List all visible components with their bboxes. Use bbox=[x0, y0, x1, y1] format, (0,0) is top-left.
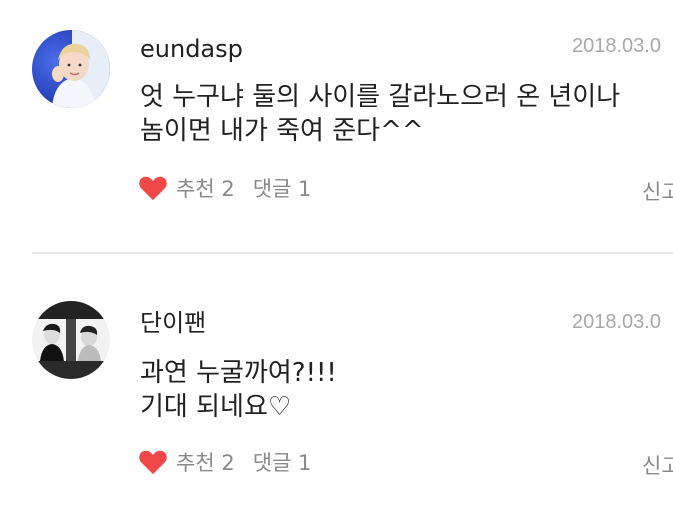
comment-username[interactable]: 단이팬 bbox=[140, 308, 206, 338]
comment-line: 놈이면 내가 죽여 준다^^ bbox=[140, 116, 424, 146]
like-count: 추천 2 bbox=[176, 177, 235, 201]
comment-item: eundasp 2018.03.0 엇 누구냐 둘의 사이를 갈라노으러 온 년… bbox=[0, 0, 673, 250]
heart-icon bbox=[139, 176, 167, 201]
comment-actions: 추천 2 댓글 1 bbox=[138, 445, 311, 479]
reply-button[interactable]: 댓글 1 bbox=[253, 447, 312, 477]
user-photo-bw-icon bbox=[32, 301, 110, 379]
report-button[interactable]: 신고 bbox=[642, 450, 673, 480]
comment-line: 과연 누굴까여?!!! bbox=[140, 358, 337, 388]
comment-line: 엇 누구냐 둘의 사이를 갈라노으러 온 년이나 bbox=[140, 82, 621, 112]
like-button[interactable]: 추천 2 bbox=[138, 173, 235, 203]
heart-icon bbox=[139, 450, 167, 475]
divider bbox=[32, 252, 673, 254]
comment-body: 과연 누굴까여?!!! 기대 되네요♡ bbox=[140, 356, 660, 424]
comment-body: 엇 누구냐 둘의 사이를 갈라노으러 온 년이나 놈이면 내가 죽여 준다^^ bbox=[140, 80, 660, 148]
avatar[interactable] bbox=[32, 301, 110, 379]
user-photo-blue-icon bbox=[32, 30, 110, 108]
avatar[interactable] bbox=[32, 30, 110, 108]
comment-item: 단이팬 2018.03.0 과연 누굴까여?!!! 기대 되네요♡ 추천 2 댓… bbox=[0, 256, 673, 505]
comment-actions: 추천 2 댓글 1 bbox=[138, 171, 311, 205]
like-count: 추천 2 bbox=[176, 451, 235, 475]
like-button[interactable]: 추천 2 bbox=[138, 447, 235, 477]
comment-username[interactable]: eundasp bbox=[140, 34, 243, 64]
report-button[interactable]: 신고 bbox=[642, 176, 673, 206]
comment-line: 기대 되네요♡ bbox=[140, 392, 292, 422]
comment-date: 2018.03.0 bbox=[572, 311, 661, 333]
comment-date: 2018.03.0 bbox=[572, 35, 661, 57]
reply-button[interactable]: 댓글 1 bbox=[253, 173, 312, 203]
